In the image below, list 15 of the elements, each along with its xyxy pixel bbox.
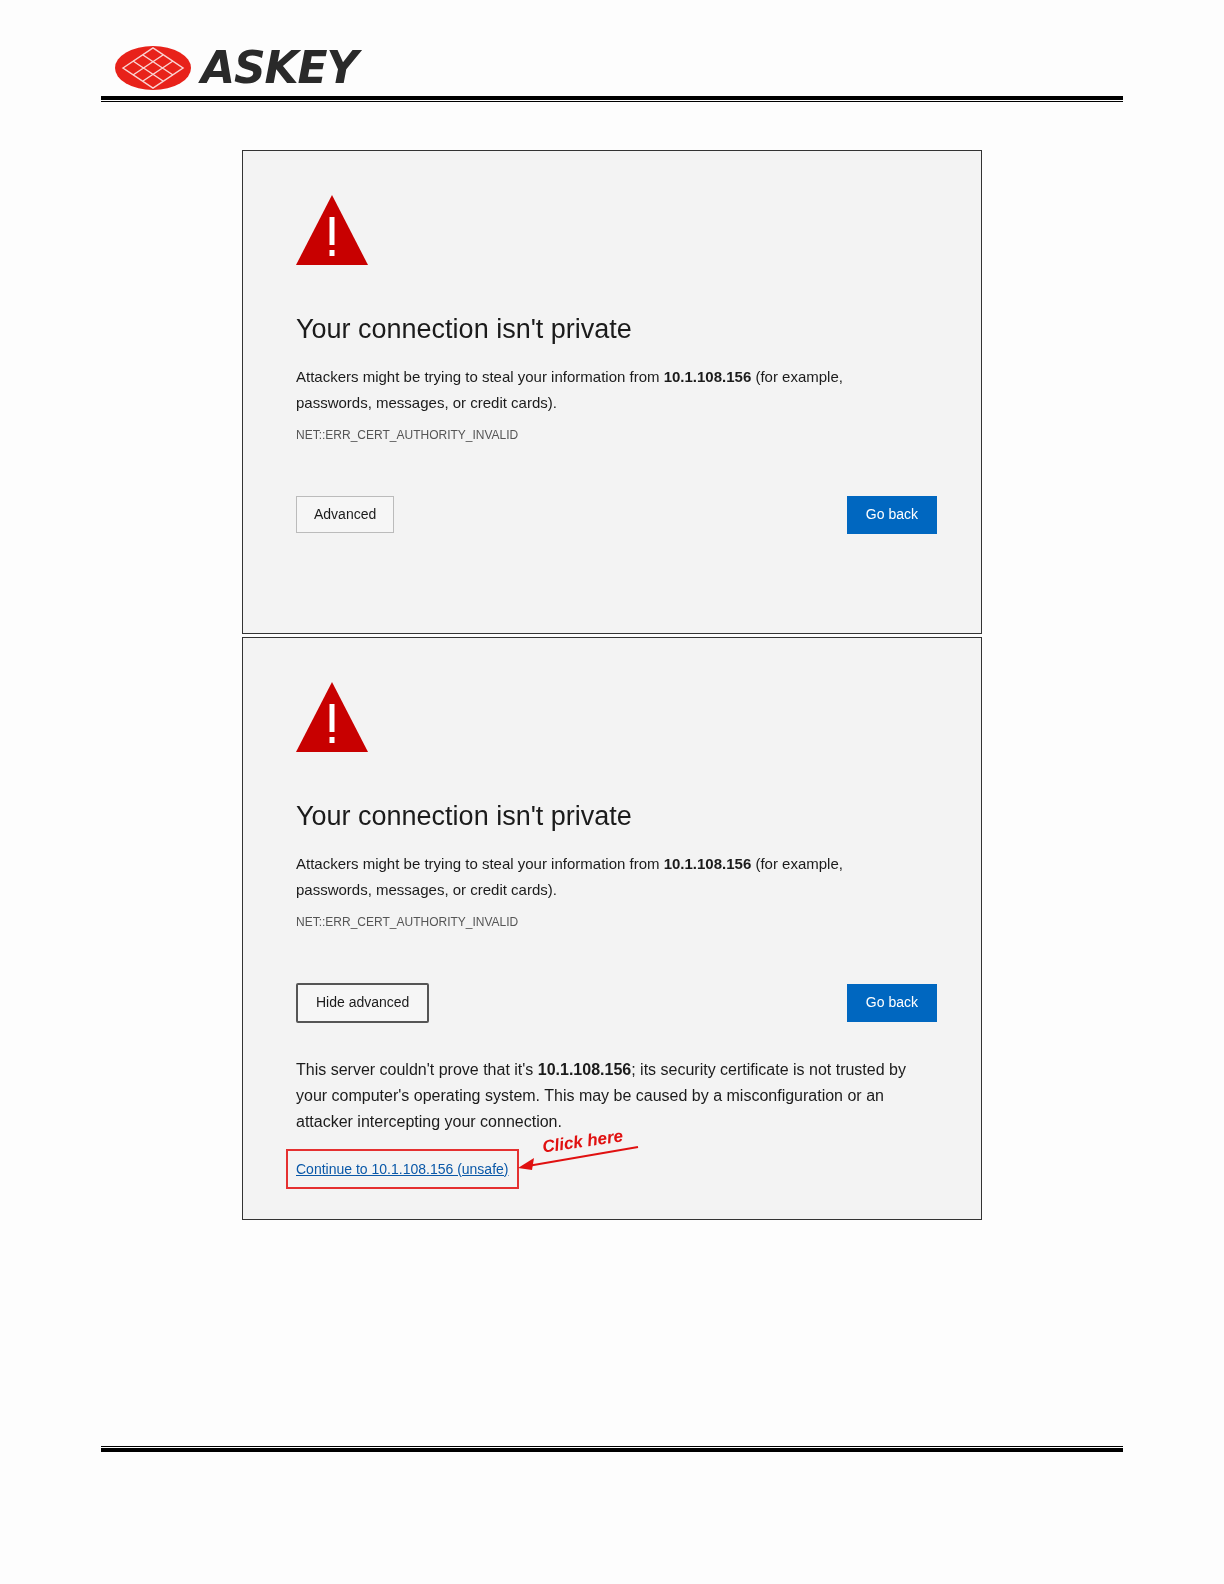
page-heading: Your connection isn't private: [296, 800, 633, 833]
go-back-button[interactable]: Go back: [846, 983, 937, 1022]
page-heading: Your connection isn't private: [296, 313, 633, 346]
go-back-button[interactable]: Go back: [846, 495, 937, 534]
warning-message: Attackers might be trying to steal your information from 10.1.108.156 (for example, passwords, messages, or credit cards).: [296, 366, 844, 413]
proceed-link[interactable]: Continue to 10.1.108.156 (unsafe): [296, 1160, 509, 1177]
warning-icon: [296, 682, 368, 752]
error-code: NET::ERR_CERT_AUTHORITY_INVALID: [296, 913, 520, 931]
advanced-button[interactable]: Advanced: [296, 496, 395, 533]
warning-message: Attackers might be trying to steal your information from 10.1.108.156 (for example, passwords, messages, or credit cards).: [296, 853, 844, 900]
warning-icon: [296, 195, 368, 265]
globe-logo-icon: [113, 44, 193, 92]
details-text: This server couldn't prove that it's 10.1.108.156; its security certificate is not trusted by your computer's operating system. This may be caused by a misconfiguration or an attacker intercepting your connection.: [296, 1059, 907, 1132]
error-code: NET::ERR_CERT_AUTHORITY_INVALID: [296, 426, 520, 444]
advanced-button[interactable]: Hide advanced: [296, 982, 430, 1023]
